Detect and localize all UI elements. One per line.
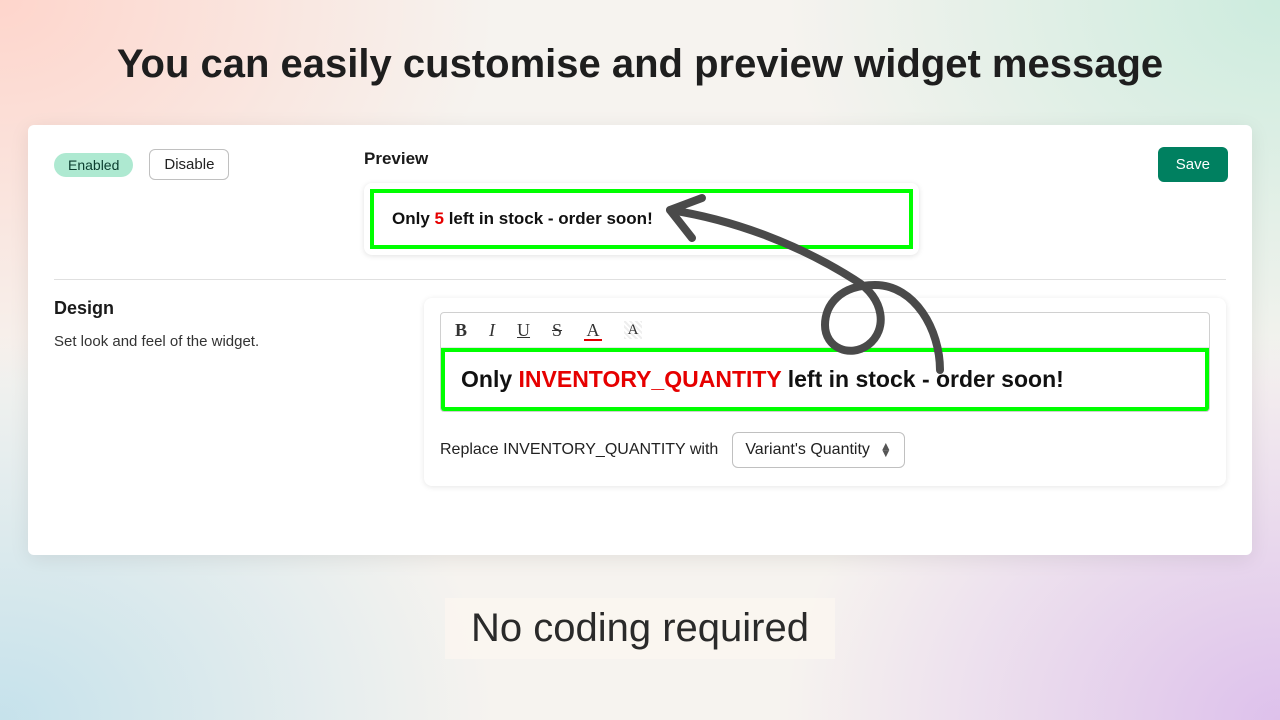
rich-text-editor: B I U S A A Only INVENTORY_QUANTITY left… xyxy=(440,312,1210,412)
replace-row: Replace INVENTORY_QUANTITY with Variant'… xyxy=(440,432,1210,468)
preview-panel: Only 5 left in stock - order soon! xyxy=(364,183,919,255)
editor-content[interactable]: Only INVENTORY_QUANTITY left in stock - … xyxy=(445,352,1205,407)
replace-selected-value: Variant's Quantity xyxy=(745,441,870,459)
footer-caption: No coding required xyxy=(445,598,835,659)
bold-button[interactable]: B xyxy=(455,321,467,339)
status-column: Enabled Disable xyxy=(54,149,364,255)
design-editor-panel: B I U S A A Only INVENTORY_QUANTITY left… xyxy=(424,298,1226,486)
background-color-button[interactable]: A xyxy=(624,321,642,339)
italic-button[interactable]: I xyxy=(489,321,495,339)
editor-text-before: Only xyxy=(461,366,519,392)
preview-heading: Preview xyxy=(364,149,1226,169)
replace-select[interactable]: Variant's Quantity ▲▼ xyxy=(732,432,904,468)
enabled-badge: Enabled xyxy=(54,153,133,177)
editor-text-after: left in stock - order soon! xyxy=(781,366,1063,392)
editor-token: INVENTORY_QUANTITY xyxy=(519,366,782,392)
design-row: Design Set look and feel of the widget. … xyxy=(54,298,1226,486)
design-subtitle: Set look and feel of the widget. xyxy=(54,333,424,350)
preview-text-after: left in stock - order soon! xyxy=(444,209,653,228)
section-divider xyxy=(54,279,1226,280)
preview-column: Preview Only 5 left in stock - order soo… xyxy=(364,149,1226,255)
select-caret-icon: ▲▼ xyxy=(880,443,892,457)
text-color-button[interactable]: A xyxy=(584,321,602,339)
settings-card: Save Enabled Disable Preview Only 5 left… xyxy=(28,125,1252,555)
preview-highlight-box: Only 5 left in stock - order soon! xyxy=(370,189,913,249)
replace-label: Replace INVENTORY_QUANTITY with xyxy=(440,441,718,459)
preview-text: Only 5 left in stock - order soon! xyxy=(392,209,653,228)
top-row: Enabled Disable Preview Only 5 left in s… xyxy=(54,149,1226,255)
design-heading: Design xyxy=(54,298,424,319)
save-button[interactable]: Save xyxy=(1158,147,1228,182)
design-info: Design Set look and feel of the widget. xyxy=(54,298,424,486)
preview-quantity: 5 xyxy=(435,209,444,228)
editor-highlight-box: Only INVENTORY_QUANTITY left in stock - … xyxy=(441,348,1209,411)
status-row: Enabled Disable xyxy=(54,149,364,180)
preview-text-before: Only xyxy=(392,209,435,228)
underline-button[interactable]: U xyxy=(517,321,530,339)
disable-button[interactable]: Disable xyxy=(149,149,229,180)
editor-toolbar: B I U S A A xyxy=(441,313,1209,348)
page-headline: You can easily customise and preview wid… xyxy=(0,42,1280,87)
strikethrough-button[interactable]: S xyxy=(552,321,562,339)
